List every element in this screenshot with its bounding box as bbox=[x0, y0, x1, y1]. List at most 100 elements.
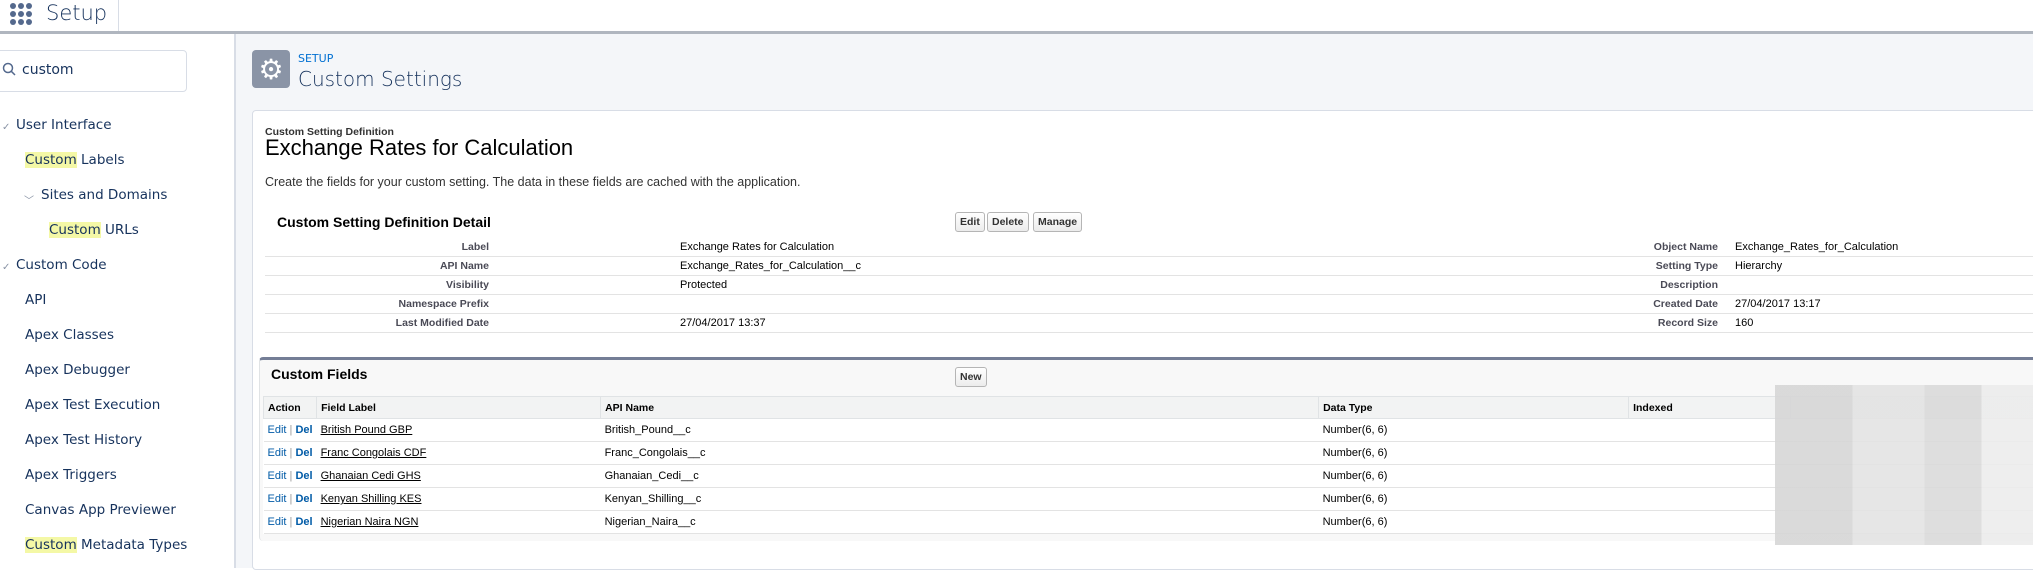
detail-row: API Name Exchange_Rates_for_Calculation_… bbox=[265, 257, 2033, 276]
indexed bbox=[1629, 488, 1791, 511]
sidebar-item[interactable]: Custom Code bbox=[16, 257, 107, 273]
sidebar-item[interactable]: Apex Debugger bbox=[25, 362, 130, 378]
detail-row: Label Exchange Rates for Calculation Obj… bbox=[265, 238, 2033, 257]
divider bbox=[118, 0, 119, 31]
search-icon bbox=[2, 62, 16, 76]
edit-button[interactable]: Edit bbox=[955, 212, 985, 232]
edit-link[interactable]: Edit bbox=[268, 493, 287, 505]
detail-label: API Name bbox=[440, 260, 489, 272]
api-name: Ghanaian_Cedi__c bbox=[601, 465, 1319, 488]
column-header: Field Label bbox=[317, 397, 601, 419]
edit-link[interactable]: Edit bbox=[268, 516, 287, 528]
detail-label: Object Name bbox=[1654, 241, 1718, 253]
edit-link[interactable]: Edit bbox=[268, 424, 287, 436]
table-row: Edit | Del British Pound GBP British_Pou… bbox=[264, 419, 2033, 442]
field-label-link[interactable]: British Pound GBP bbox=[321, 424, 413, 436]
data-type: Number(6, 6) bbox=[1319, 442, 1629, 465]
breadcrumb[interactable]: SETUP bbox=[298, 52, 333, 65]
field-label-link[interactable]: Nigerian Naira NGN bbox=[321, 516, 419, 528]
delete-button[interactable]: Delete bbox=[987, 212, 1029, 232]
page-title: Custom Settings bbox=[298, 67, 462, 91]
sidebar-item[interactable]: Custom URLs bbox=[49, 222, 139, 238]
field-label-link[interactable]: Ghanaian Cedi GHS bbox=[321, 470, 421, 482]
sidebar-item-label: Apex Classes bbox=[25, 327, 114, 343]
sidebar-item-label: Apex Test History bbox=[25, 432, 142, 448]
custom-fields-table: Action Field Label API Name Data Type In… bbox=[263, 396, 2033, 534]
sidebar-item-label: API bbox=[25, 292, 46, 308]
detail-value: Exchange_Rates_for_Calculation__c bbox=[680, 260, 861, 272]
sidebar-item-label: Custom Code bbox=[16, 257, 107, 273]
indexed bbox=[1629, 419, 1791, 442]
redacted-region bbox=[1775, 385, 2033, 545]
sidebar-item[interactable]: Apex Classes bbox=[25, 327, 114, 343]
indexed bbox=[1629, 442, 1791, 465]
detail-label: Namespace Prefix bbox=[399, 298, 489, 310]
sidebar-item[interactable]: Sites and Domains bbox=[41, 187, 167, 203]
gear-icon: ⚙ bbox=[252, 50, 290, 88]
search-value: custom bbox=[22, 62, 74, 78]
chevron-down-icon[interactable]: ﹀ bbox=[24, 192, 34, 207]
api-name: British_Pound__c bbox=[601, 419, 1319, 442]
indexed bbox=[1629, 465, 1791, 488]
definition-title: Exchange Rates for Calculation bbox=[265, 135, 573, 161]
new-field-button[interactable]: New bbox=[955, 367, 987, 387]
edit-link[interactable]: Edit bbox=[268, 470, 287, 482]
search-highlight: Custom bbox=[49, 222, 101, 238]
search-highlight: Custom bbox=[25, 537, 77, 553]
chevron-down-icon[interactable]: ✓ bbox=[2, 262, 10, 273]
separator: | bbox=[290, 516, 293, 528]
sidebar-item[interactable]: Apex Triggers bbox=[25, 467, 117, 483]
detail-label: Record Size bbox=[1658, 317, 1718, 329]
sidebar-item-label: Canvas App Previewer bbox=[25, 502, 176, 518]
api-name: Nigerian_Naira__c bbox=[601, 511, 1319, 534]
search-highlight: Custom bbox=[25, 152, 77, 168]
detail-label: Description bbox=[1660, 279, 1718, 291]
delete-link[interactable]: Del bbox=[295, 447, 312, 459]
custom-fields-title: Custom Fields bbox=[271, 366, 367, 382]
detail-value: 27/04/2017 13:17 bbox=[1735, 298, 1821, 310]
sidebar-item[interactable]: Apex Test Execution bbox=[25, 397, 160, 413]
separator: | bbox=[290, 447, 293, 459]
app-launcher-icon[interactable] bbox=[10, 3, 32, 25]
sidebar-item-label: URLs bbox=[101, 222, 139, 238]
sidebar-item[interactable]: Custom Metadata Types bbox=[25, 537, 187, 553]
detail-value: Exchange_Rates_for_Calculation bbox=[1735, 241, 1898, 253]
column-header: Data Type bbox=[1319, 397, 1629, 419]
sidebar-item[interactable]: Apex Test History bbox=[25, 432, 142, 448]
detail-row: Last Modified Date 27/04/2017 13:37 Reco… bbox=[265, 314, 2033, 333]
detail-label: Visibility bbox=[446, 279, 489, 291]
sidebar-item[interactable]: Custom Labels bbox=[25, 152, 124, 168]
detail-value: 160 bbox=[1735, 317, 1753, 329]
column-header: Indexed bbox=[1629, 397, 1791, 419]
indexed bbox=[1629, 511, 1791, 534]
delete-link[interactable]: Del bbox=[295, 470, 312, 482]
delete-link[interactable]: Del bbox=[295, 493, 312, 505]
field-label-link[interactable]: Franc Congolais CDF bbox=[321, 447, 427, 459]
top-bar bbox=[0, 0, 2033, 34]
table-row: Edit | Del Franc Congolais CDF Franc_Con… bbox=[264, 442, 2033, 465]
detail-row: Visibility Protected Description bbox=[265, 276, 2033, 295]
data-type: Number(6, 6) bbox=[1319, 419, 1629, 442]
field-label-link[interactable]: Kenyan Shilling KES bbox=[321, 493, 422, 505]
separator: | bbox=[290, 470, 293, 482]
detail-row: Namespace Prefix Created Date 27/04/2017… bbox=[265, 295, 2033, 314]
data-type: Number(6, 6) bbox=[1319, 511, 1629, 534]
detail-section-title: Custom Setting Definition Detail bbox=[277, 214, 491, 230]
separator: | bbox=[290, 424, 293, 436]
sidebar-item-label: Metadata Types bbox=[77, 537, 188, 553]
delete-link[interactable]: Del bbox=[295, 516, 312, 528]
detail-value: 27/04/2017 13:37 bbox=[680, 317, 766, 329]
chevron-down-icon[interactable]: ✓ bbox=[2, 122, 10, 133]
sidebar-item[interactable]: User Interface bbox=[16, 117, 112, 133]
api-name: Kenyan_Shilling__c bbox=[601, 488, 1319, 511]
sidebar-item-label: Sites and Domains bbox=[41, 187, 167, 203]
definition-description: Create the fields for your custom settin… bbox=[265, 175, 801, 189]
sidebar-item-label: Apex Test Execution bbox=[25, 397, 160, 413]
column-header: API Name bbox=[601, 397, 1319, 419]
manage-button[interactable]: Manage bbox=[1033, 212, 1082, 232]
table-row: Edit | Del Nigerian Naira NGN Nigerian_N… bbox=[264, 511, 2033, 534]
sidebar-item[interactable]: Canvas App Previewer bbox=[25, 502, 176, 518]
delete-link[interactable]: Del bbox=[295, 424, 312, 436]
edit-link[interactable]: Edit bbox=[268, 447, 287, 459]
sidebar-item[interactable]: API bbox=[25, 292, 46, 308]
